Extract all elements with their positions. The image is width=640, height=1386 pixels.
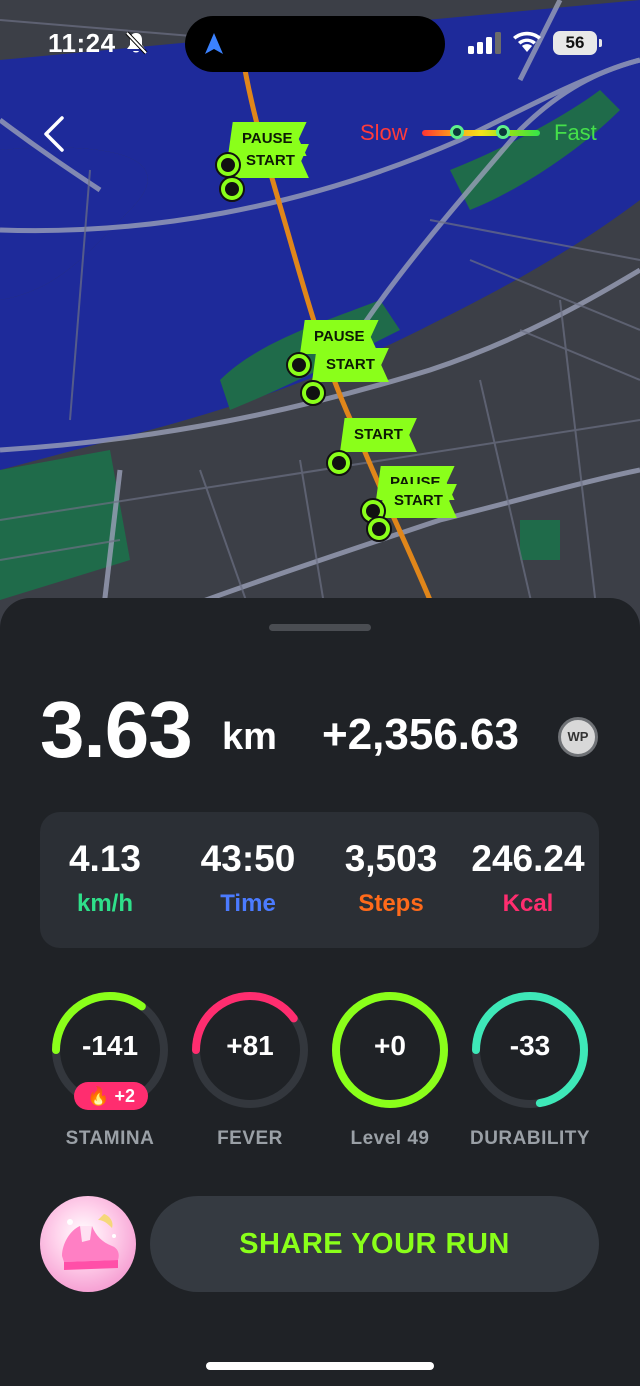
- gauge-value: +0: [374, 1030, 406, 1061]
- sneaker-avatar[interactable]: [40, 1196, 136, 1292]
- wp-earned: +2,356.63: [322, 710, 519, 759]
- wifi-icon: [513, 31, 541, 52]
- status-time: 11:24: [48, 28, 116, 58]
- gauge-value: -33: [509, 1030, 551, 1061]
- route-pin: [326, 450, 352, 476]
- fever-gauge: +81: [190, 990, 310, 1110]
- speed-legend: Slow Fast: [360, 118, 630, 150]
- stat-label: Steps: [358, 890, 424, 917]
- gauge-label: FEVER: [217, 1128, 283, 1149]
- speed-marker: [450, 125, 464, 139]
- level-gauge: +0: [330, 990, 450, 1110]
- stat-value: 4.13: [68, 838, 141, 879]
- speed-fast-label: Fast: [554, 120, 597, 145]
- stat-value: 246.24: [471, 838, 585, 879]
- gauge-label: STAMINA: [65, 1128, 155, 1149]
- gauge-value: -141: [81, 1030, 139, 1061]
- distance-unit: km: [222, 716, 277, 758]
- status-bar: 11:24 56: [0, 0, 640, 90]
- sheet-drag-handle[interactable]: [269, 624, 371, 631]
- route-flag-start: START: [340, 418, 417, 452]
- stat-label: Kcal: [502, 890, 554, 917]
- wp-coin-icon: WP: [558, 717, 598, 757]
- stat-label: Time: [220, 890, 276, 917]
- speed-gradient-bar: [422, 130, 540, 136]
- battery-indicator: 56: [553, 31, 602, 55]
- distance-value: 3.63: [40, 685, 193, 774]
- speed-marker: [496, 125, 510, 139]
- gauge-label: DURABILITY: [469, 1128, 591, 1149]
- route-pin: [219, 176, 245, 202]
- stats-card: 4.13 km/h 43:50 Time 3,503 Steps 246.24 …: [40, 812, 599, 948]
- bell-slash-icon: [125, 31, 148, 55]
- stat-speed: 4.13 km/h: [35, 838, 175, 918]
- signal-icon: [468, 32, 501, 54]
- route-flag-start: START: [380, 484, 457, 518]
- run-summary-sheet: 3.63 km +2,356.63 WP 4.13 km/h 43:50 Tim…: [0, 598, 640, 1386]
- home-indicator[interactable]: [206, 1362, 434, 1370]
- back-chevron-icon[interactable]: [36, 114, 76, 154]
- speed-slow-label: Slow: [360, 120, 408, 145]
- route-map[interactable]: PAUSE START PAUSE START START PAUSE STAR…: [0, 0, 640, 640]
- durability-gauge: -33: [470, 990, 590, 1110]
- location-arrow-icon: [205, 33, 223, 54]
- fire-icon: 🔥: [87, 1086, 110, 1106]
- route-flag-start: START: [312, 348, 389, 382]
- stamina-bonus-badge: 🔥 +2: [74, 1082, 148, 1110]
- share-run-button[interactable]: SHARE YOUR RUN: [150, 1196, 599, 1292]
- route-pin: [300, 380, 326, 406]
- stat-value: 43:50: [200, 838, 296, 879]
- stat-label: km/h: [76, 890, 133, 917]
- stat-kcal: 246.24 Kcal: [458, 838, 598, 918]
- stat-steps: 3,503 Steps: [321, 838, 461, 918]
- bonus-value: +2: [114, 1086, 135, 1106]
- gauge-label: Level 49: [350, 1128, 430, 1149]
- gauge-value: +81: [226, 1030, 274, 1061]
- route-pin: [286, 352, 312, 378]
- sneaker-icon: [62, 1214, 119, 1270]
- stat-time: 43:50 Time: [178, 838, 318, 918]
- route-pin: [215, 152, 241, 178]
- stat-value: 3,503: [344, 838, 438, 879]
- route-flag-start: START: [232, 144, 309, 178]
- route-pin: [366, 516, 392, 542]
